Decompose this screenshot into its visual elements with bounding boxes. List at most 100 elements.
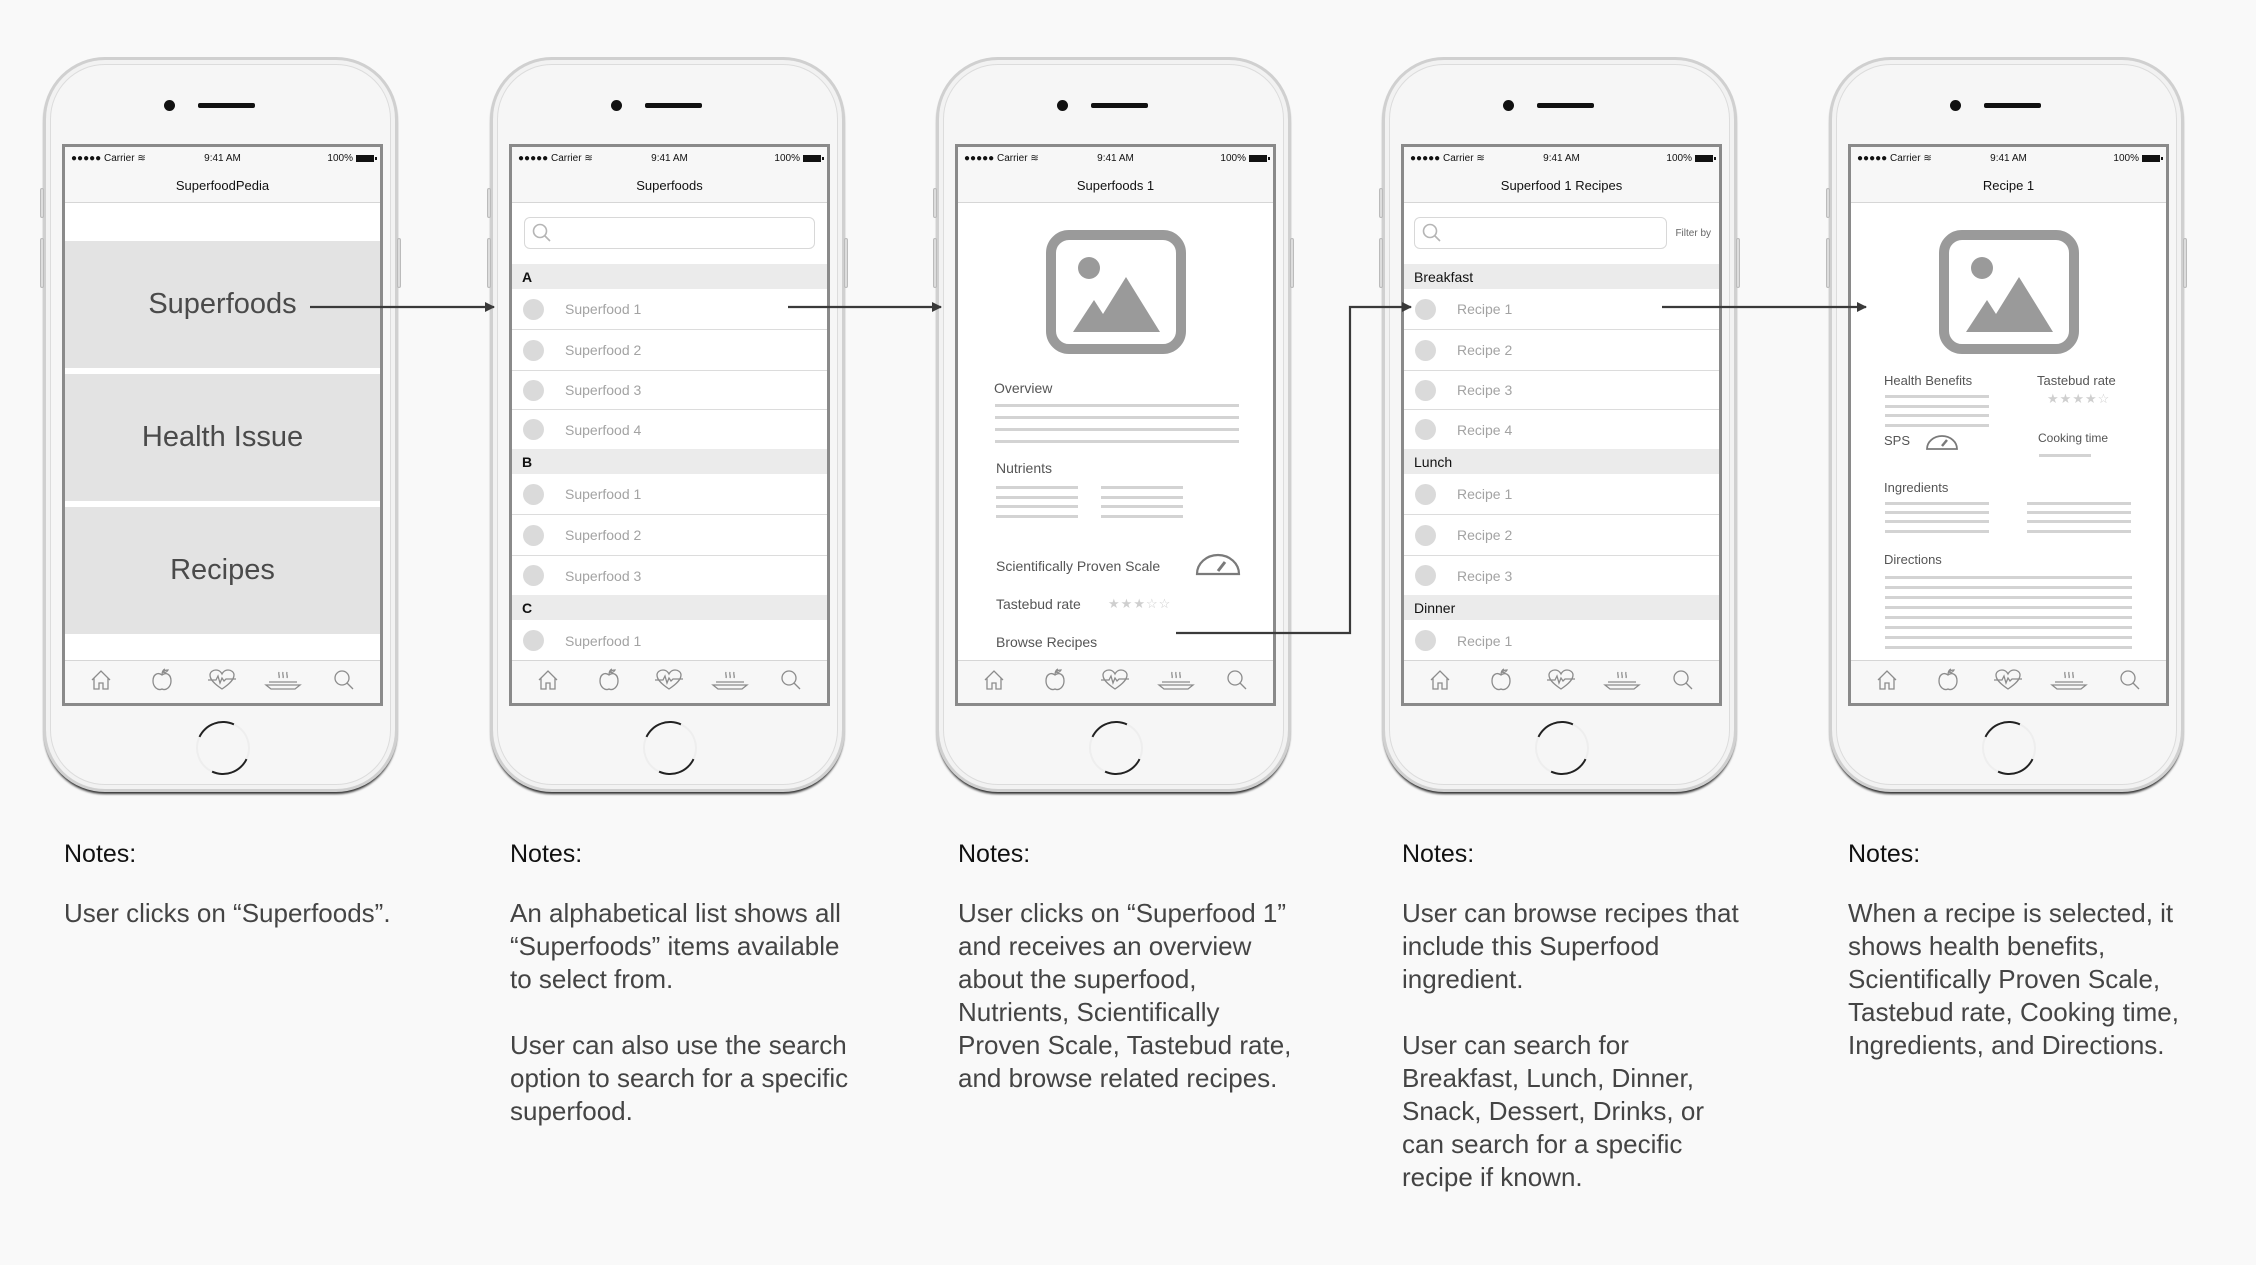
thumbnail-placeholder — [523, 379, 544, 401]
list-item[interactable]: Recipe 1 — [1404, 289, 1719, 330]
home-button — [1081, 713, 1151, 783]
tile-recipes[interactable]: Recipes — [65, 507, 380, 634]
carrier: Carrier — [996, 152, 1028, 164]
tab-search[interactable] — [2108, 667, 2152, 697]
star-filled-icon: ★ — [1120, 596, 1134, 611]
tab-home[interactable] — [972, 667, 1016, 697]
text-line — [1885, 520, 1989, 523]
phone-recipe-detail: ●●●●● Carrier ≋ 9:41 AM 100% Recipe 1 He… — [1826, 57, 2187, 792]
clock: 9:41 AM — [1543, 152, 1580, 164]
camera — [1950, 100, 1961, 111]
tab-hot-dish[interactable] — [261, 667, 305, 697]
tab-home[interactable] — [1865, 667, 1909, 697]
tab-home[interactable] — [1418, 667, 1462, 697]
image-placeholder-icon — [1045, 230, 1186, 354]
tab-search[interactable] — [1215, 667, 1259, 697]
thumbnail-placeholder — [1415, 524, 1436, 546]
text-line — [1885, 646, 2132, 649]
list-item[interactable]: Superfood 3 — [512, 556, 827, 595]
tab-apple[interactable] — [587, 667, 631, 697]
list-item-label: Superfood 2 — [565, 342, 642, 358]
tab-heartbeat[interactable] — [1093, 667, 1137, 697]
tab-hot-dish[interactable] — [1154, 667, 1198, 697]
tab-home[interactable] — [79, 667, 123, 697]
signal-icon: ●●●●● — [964, 152, 995, 164]
text-line — [1885, 424, 1989, 427]
tab-hot-dish[interactable] — [2047, 667, 2091, 697]
tile-superfoods[interactable]: Superfoods — [65, 241, 380, 368]
list-item-label: Superfood 4 — [565, 421, 642, 438]
list-item[interactable]: Superfood 2 — [512, 515, 827, 556]
text-line — [2027, 520, 2131, 523]
tab-heartbeat[interactable] — [200, 667, 244, 697]
star-empty-icon: ☆ — [1145, 596, 1159, 611]
list-item[interactable]: Recipe 4 — [1404, 410, 1719, 449]
text-line — [1885, 414, 1989, 417]
list-item[interactable]: Recipe 2 — [1404, 515, 1719, 556]
cooking-time-value — [2039, 454, 2091, 457]
section-header: Lunch — [1404, 449, 1719, 474]
apple-icon — [150, 667, 174, 698]
tab-apple[interactable] — [1926, 667, 1970, 697]
recipe-content: Health Benefits SPS Tastebud rate ★★★★☆ … — [1851, 204, 2166, 660]
list-item[interactable]: Superfood 1 — [512, 620, 827, 660]
tile-health-issue[interactable]: Health Issue — [65, 374, 380, 501]
overview-label: Overview — [994, 380, 1053, 396]
tab-heartbeat[interactable] — [1539, 667, 1583, 697]
tab-search[interactable] — [1661, 667, 1705, 697]
tab-search[interactable] — [769, 667, 813, 697]
home-button — [1527, 713, 1597, 783]
mute-switch — [1379, 188, 1383, 218]
apple-icon — [1043, 667, 1067, 698]
list-item[interactable]: Recipe 1 — [1404, 474, 1719, 515]
thumbnail-placeholder — [1415, 630, 1436, 651]
list-item[interactable]: Recipe 3 — [1404, 371, 1719, 410]
list-item[interactable]: Superfood 1 — [512, 289, 827, 330]
tab-apple[interactable] — [1033, 667, 1077, 697]
section-header: B — [512, 449, 827, 474]
search-input[interactable] — [524, 217, 815, 249]
carrier: Carrier — [1442, 152, 1474, 164]
thumbnail-placeholder — [1415, 419, 1436, 440]
hot-dish-icon — [711, 668, 749, 697]
list-item[interactable]: Recipe 1 — [1404, 620, 1719, 660]
star-filled-icon: ★ — [2047, 391, 2060, 406]
page-title: Superfoods — [636, 178, 703, 193]
tab-home[interactable] — [526, 667, 570, 697]
text-line — [1885, 502, 1989, 505]
list-item[interactable]: Superfood 4 — [512, 410, 827, 449]
home-icon — [536, 668, 560, 697]
list-item-label: Superfood 1 — [565, 301, 642, 317]
thumbnail-placeholder — [523, 630, 544, 651]
section-header: Dinner — [1404, 595, 1719, 620]
list-item[interactable]: Superfood 3 — [512, 371, 827, 410]
list-item[interactable]: Recipe 3 — [1404, 556, 1719, 595]
star-empty-icon: ☆ — [1158, 596, 1172, 611]
list-item[interactable]: Superfood 2 — [512, 330, 827, 371]
notes-paragraph: An alphabetical list shows all “Superfoo… — [510, 898, 841, 994]
screen: ●●●●● Carrier ≋ 9:41 AM 100% Superfood 1… — [1401, 144, 1722, 706]
tab-apple[interactable] — [140, 667, 184, 697]
list-item[interactable]: Superfood 1 — [512, 474, 827, 515]
hot-dish-icon — [1603, 668, 1641, 697]
list-item[interactable]: Recipe 2 — [1404, 330, 1719, 371]
thumbnail-placeholder — [1415, 339, 1436, 361]
search-input[interactable] — [1414, 217, 1668, 249]
clock: 9:41 AM — [1990, 152, 2027, 164]
status-bar: ●●●●● Carrier ≋ 9:41 AM 100% — [1851, 147, 2166, 169]
search-icon — [1671, 668, 1695, 697]
notes-paragraph: User can also use the search option to s… — [510, 1030, 849, 1126]
tab-heartbeat[interactable] — [647, 667, 691, 697]
text-line — [1885, 405, 1989, 408]
tab-search[interactable] — [322, 667, 366, 697]
browse-recipes-link[interactable]: Browse Recipes — [996, 634, 1097, 650]
thumbnail-placeholder — [1415, 379, 1436, 401]
tab-apple[interactable] — [1479, 667, 1523, 697]
tastebud-rating: ★★★★☆ — [2047, 391, 2110, 407]
tastebud-rating: ★★★☆☆ — [1108, 596, 1171, 612]
filter-by-button[interactable]: Filter by — [1675, 228, 1711, 239]
tab-heartbeat[interactable] — [1986, 667, 2030, 697]
tab-hot-dish[interactable] — [708, 667, 752, 697]
tab-hot-dish[interactable] — [1600, 667, 1644, 697]
thumbnail-placeholder — [1415, 483, 1436, 505]
